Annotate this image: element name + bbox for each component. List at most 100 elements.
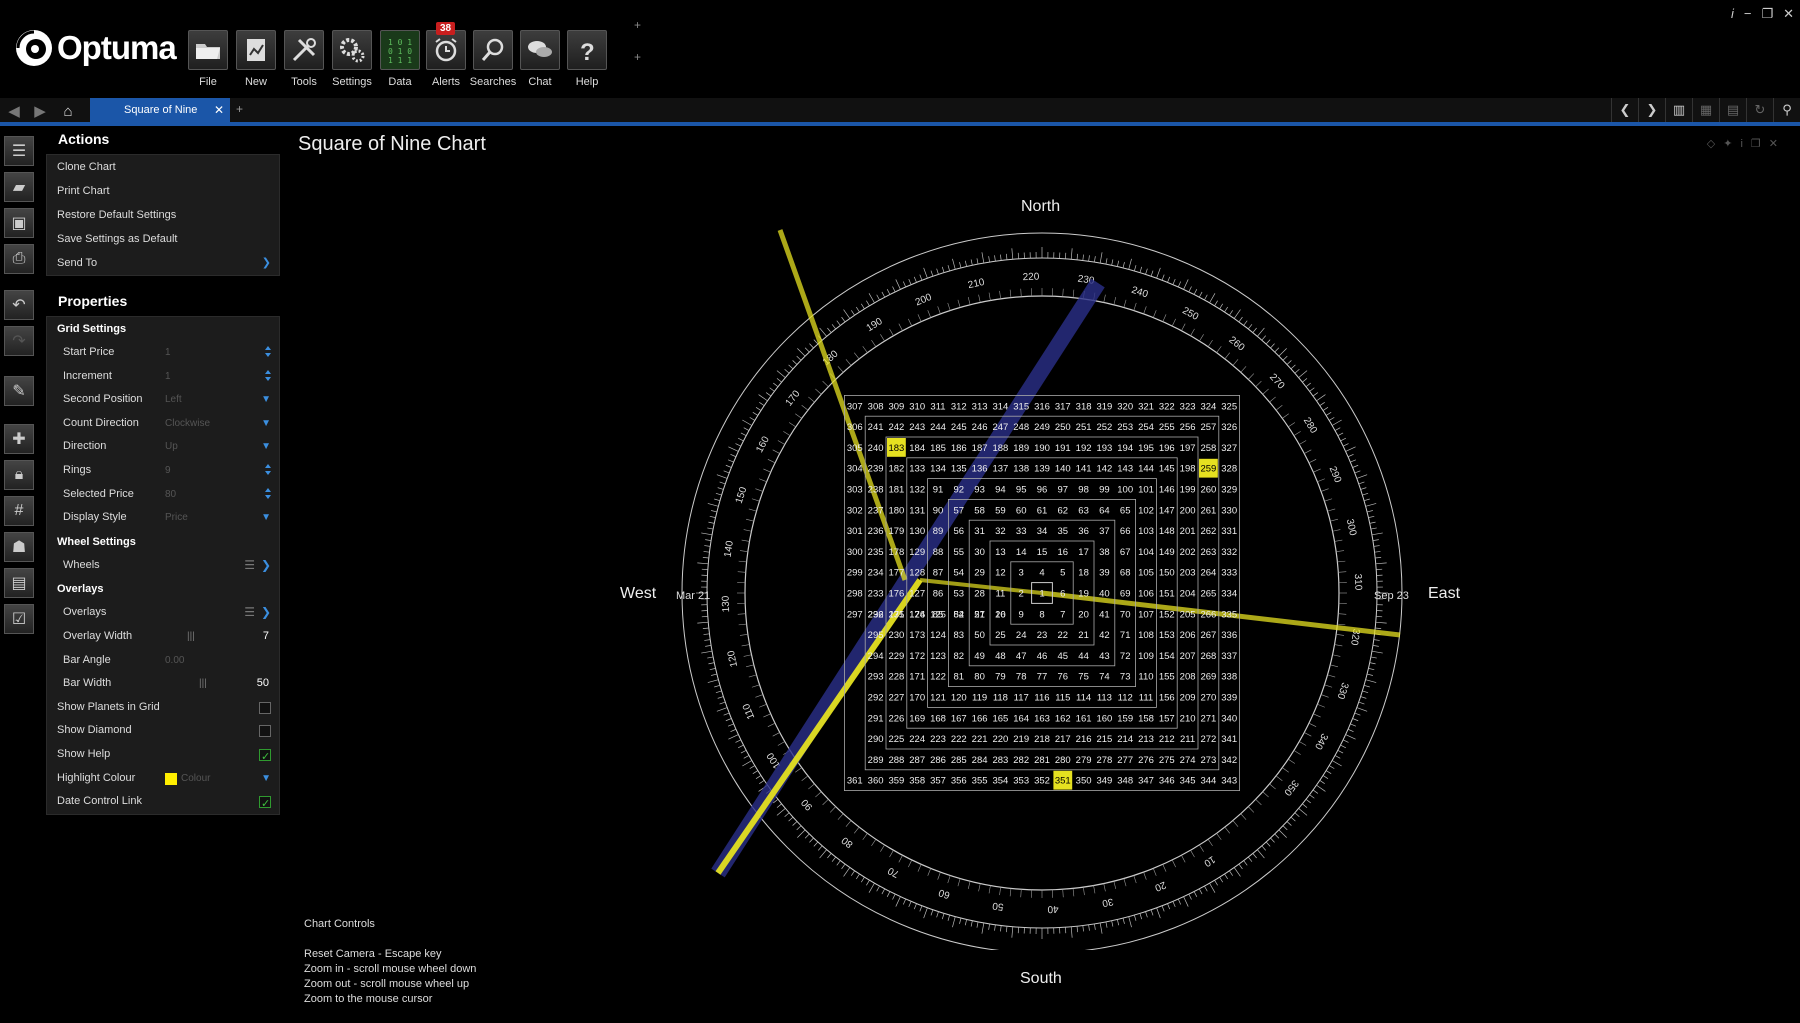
grid-cell[interactable]: 55 <box>954 547 965 558</box>
grid-cell[interactable]: 25 <box>995 630 1006 641</box>
grid-cell[interactable]: 8 <box>1039 609 1044 620</box>
grid-cell[interactable]: 277 <box>1117 755 1133 766</box>
grid-cell[interactable]: 291 <box>868 713 884 724</box>
print-chart-action[interactable]: Print Chart <box>47 179 279 203</box>
alerts-button[interactable]: Alerts <box>426 30 466 88</box>
chat-button[interactable]: Chat <box>520 30 560 88</box>
grid-cell[interactable]: 314 <box>992 401 1008 412</box>
grid-cell[interactable]: 49 <box>974 651 985 662</box>
grid-cell[interactable]: 249 <box>1034 422 1050 433</box>
grid-cell[interactable]: 83 <box>954 630 965 641</box>
grid-cell[interactable]: 331 <box>1221 526 1237 537</box>
grid-cell[interactable]: 320 <box>1117 401 1133 412</box>
chevron-right-icon[interactable]: ❯ <box>261 554 271 577</box>
grid-cell[interactable]: 351 <box>1055 776 1071 787</box>
grid-cell[interactable]: 57 <box>954 505 965 516</box>
grid-cell[interactable]: 102 <box>1138 505 1154 516</box>
grid-cell[interactable]: 146 <box>1159 485 1175 496</box>
grid-cell[interactable]: 231 <box>888 609 904 620</box>
grid-cell[interactable]: 335 <box>1221 609 1237 620</box>
grid-cell[interactable]: 209 <box>1180 693 1196 704</box>
grid-cell[interactable]: 203 <box>1180 568 1196 579</box>
grid-cell[interactable]: 32 <box>995 526 1006 537</box>
grid-cell[interactable]: 227 <box>888 693 904 704</box>
grid-cell[interactable]: 26 <box>995 609 1006 620</box>
grid-cell[interactable]: 300 <box>847 547 863 558</box>
grid-cell[interactable]: 18 <box>1078 568 1089 579</box>
grid-cell[interactable]: 309 <box>888 401 904 412</box>
grid-cell[interactable]: 341 <box>1221 734 1237 745</box>
grid-layout-icon[interactable]: ▦ <box>1692 98 1719 122</box>
chevron-right-icon[interactable]: ❯ <box>1638 98 1665 122</box>
grid-cell[interactable]: 225 <box>888 734 904 745</box>
grid-cell[interactable]: 288 <box>888 755 904 766</box>
refresh-icon[interactable]: ↻ <box>1746 98 1773 122</box>
bar-width-slider[interactable]: Bar Width ||| 50 <box>47 672 279 696</box>
grid-cell[interactable]: 297 <box>847 609 863 620</box>
square-of-nine-chart[interactable]: 1020304050607080901001101201301401501601… <box>600 190 1500 950</box>
grid-cell[interactable]: 310 <box>909 401 925 412</box>
direction-value[interactable]: Up <box>165 435 178 458</box>
grid-cell[interactable]: 212 <box>1159 734 1175 745</box>
list-icon[interactable]: ☰ <box>244 554 255 577</box>
diamond-icon[interactable]: ◇ <box>1707 138 1723 150</box>
undo-icon[interactable]: ↶ <box>4 290 34 320</box>
grid-cell[interactable]: 302 <box>847 505 863 516</box>
grid-cell[interactable]: 292 <box>868 693 884 704</box>
grid-cell[interactable]: 56 <box>954 526 965 537</box>
grid-cell[interactable]: 43 <box>1099 651 1110 662</box>
grid-cell[interactable]: 5 <box>1060 568 1065 579</box>
grid-cell[interactable]: 44 <box>1078 651 1089 662</box>
grid-cell[interactable]: 4 <box>1039 568 1044 579</box>
grid-cell[interactable]: 128 <box>909 568 925 579</box>
grid-cell[interactable]: 303 <box>847 485 863 496</box>
grid-cell[interactable]: 230 <box>888 630 904 641</box>
grid-cell[interactable]: 20 <box>1078 609 1089 620</box>
clone-chart-action[interactable]: Clone Chart <box>47 155 279 179</box>
new-button[interactable]: New <box>236 30 276 88</box>
grid-cell[interactable]: 89 <box>933 526 944 537</box>
grid-cell[interactable]: 349 <box>1096 776 1112 787</box>
grid-cell[interactable]: 272 <box>1200 734 1216 745</box>
grid-cell[interactable]: 152 <box>1159 609 1175 620</box>
grid-cell[interactable]: 316 <box>1034 401 1050 412</box>
grid-cell[interactable]: 248 <box>1013 422 1029 433</box>
grid-cell[interactable]: 81 <box>954 672 965 683</box>
grid-cell[interactable]: 195 <box>1138 443 1154 454</box>
grid-cell[interactable]: 50 <box>974 630 985 641</box>
grid-cell[interactable]: 358 <box>909 776 925 787</box>
grid-cell[interactable]: 262 <box>1200 526 1216 537</box>
grid-cell[interactable]: 82 <box>954 651 965 662</box>
direction-select[interactable]: Direction Up ▼ <box>47 435 279 459</box>
grid-cell[interactable]: 53 <box>954 589 965 600</box>
grid-cell[interactable]: 219 <box>1013 734 1029 745</box>
grid-cell[interactable]: 240 <box>868 443 884 454</box>
grid-cell[interactable]: 117 <box>1014 693 1029 704</box>
grid-cell[interactable]: 101 <box>1138 485 1154 496</box>
grid-cell[interactable]: 157 <box>1159 713 1175 724</box>
grid-cell[interactable]: 254 <box>1138 422 1154 433</box>
grid-cell[interactable]: 172 <box>909 651 925 662</box>
selected-price-field[interactable]: Selected Price 80 <box>47 483 279 507</box>
grid-cell[interactable]: 36 <box>1078 526 1089 537</box>
grid-cell[interactable]: 286 <box>930 755 946 766</box>
grid-cell[interactable]: 202 <box>1180 547 1196 558</box>
grid-cell[interactable]: 305 <box>847 443 863 454</box>
grid-cell[interactable]: 352 <box>1034 776 1050 787</box>
grid-cell[interactable]: 328 <box>1221 464 1237 475</box>
grid-cell[interactable]: 28 <box>974 589 985 600</box>
grid-cell[interactable]: 73 <box>1120 672 1131 683</box>
grid-cell[interactable]: 239 <box>868 464 884 475</box>
grid-cell[interactable]: 112 <box>1118 693 1133 704</box>
grid-cell[interactable]: 137 <box>992 464 1008 475</box>
grid-cell[interactable]: 280 <box>1055 755 1071 766</box>
grid-cell[interactable]: 41 <box>1099 609 1110 620</box>
show-diamond-checkbox[interactable] <box>259 725 271 738</box>
grid-cell[interactable]: 215 <box>1096 734 1112 745</box>
grid-cell[interactable]: 103 <box>1138 526 1154 537</box>
grid-cell[interactable]: 267 <box>1200 630 1216 641</box>
grid-cell[interactable]: 61 <box>1037 505 1048 516</box>
grid-cell[interactable]: 276 <box>1138 755 1154 766</box>
highlight-colour-row[interactable]: Highlight Colour Colour ▼ <box>47 767 279 791</box>
grid-cell[interactable]: 283 <box>992 755 1008 766</box>
